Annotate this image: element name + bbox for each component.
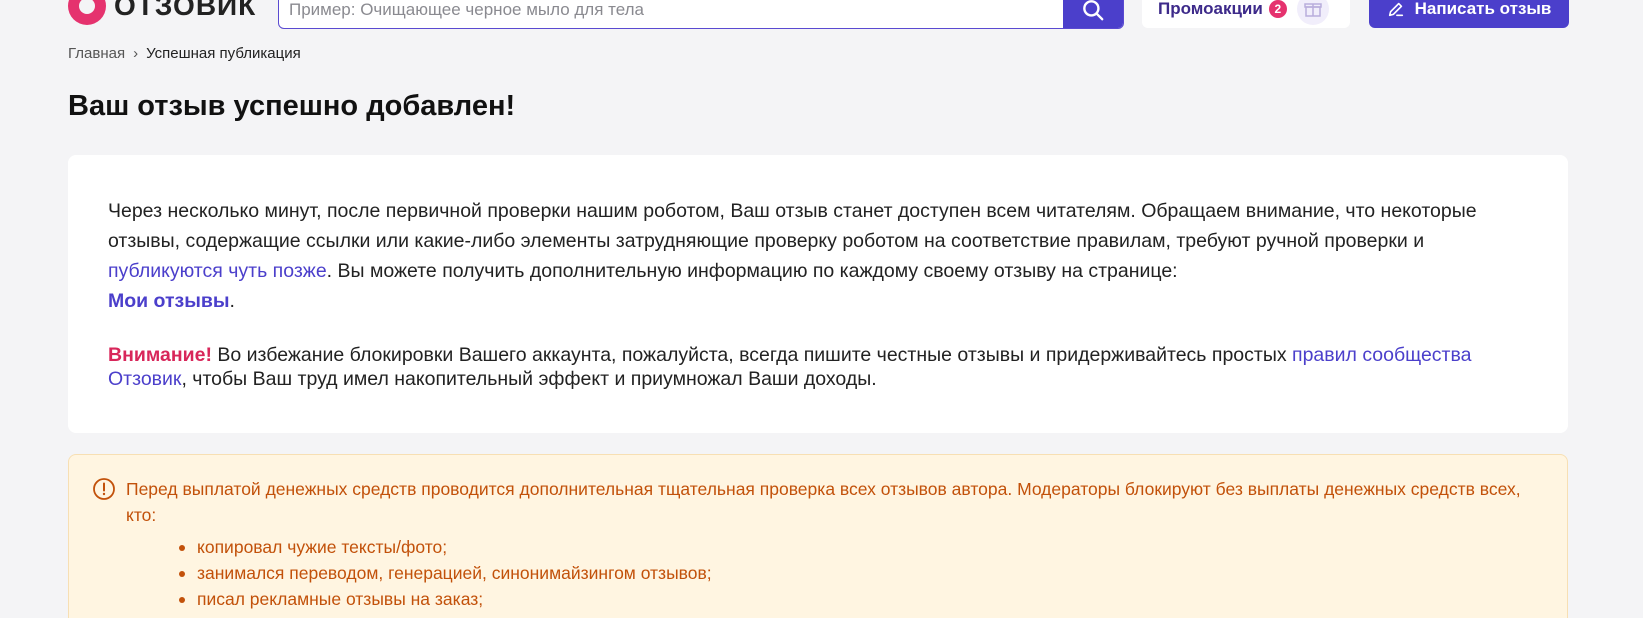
warning-paragraph: Внимание! Во избежание блокировки Вашего…: [108, 343, 1528, 391]
search-bar: [278, 0, 1124, 29]
pencil-icon: [1388, 2, 1403, 17]
info-text-2: . Вы можете получить дополнительную инфо…: [326, 260, 1178, 282]
info-paragraph: Через несколько минут, после первичной п…: [108, 196, 1528, 316]
notice-text: Перед выплатой денежных средств проводит…: [126, 479, 1521, 525]
promo-count-badge: 2: [1268, 0, 1287, 18]
breadcrumb-separator-icon: ›: [133, 45, 139, 62]
exclamation-circle-icon: [93, 478, 115, 500]
success-message-card: Через несколько минут, после первичной п…: [68, 155, 1568, 433]
warning-text-2: , чтобы Ваш труд имел накопительный эффе…: [181, 368, 877, 390]
breadcrumb-home-link[interactable]: Главная: [68, 45, 125, 62]
gift-icon: [1296, 0, 1329, 25]
list-item: занимался переводом, генерацией, синоним…: [179, 560, 1543, 586]
warning-text-1: Во избежание блокировки Вашего аккаунта,…: [211, 344, 1293, 366]
search-button[interactable]: [1063, 0, 1123, 28]
search-icon: [1083, 0, 1104, 20]
my-reviews-link[interactable]: Мои отзывы: [108, 290, 230, 312]
logo-text: ОТЗОВИК: [114, 0, 257, 21]
breadcrumb-current: Успешная публикация: [146, 45, 301, 62]
list-item: писал рекламные отзывы на заказ;: [179, 586, 1543, 612]
write-review-button[interactable]: Написать отзыв: [1369, 0, 1569, 28]
list-item: копировал чужие тексты/фото;: [179, 534, 1543, 560]
info-text-3: .: [229, 290, 235, 312]
site-logo[interactable]: ОТЗОВИК: [68, 0, 256, 26]
promo-button[interactable]: Промоакции 2: [1142, 0, 1350, 28]
site-header: ОТЗОВИК Промоакции 2 Написать отзыв: [0, 0, 1643, 36]
breadcrumb: Главная › Успешная публикация: [68, 45, 301, 62]
notice-list: копировал чужие тексты/фото; занимался п…: [92, 534, 1543, 612]
promo-label: Промоакции: [1158, 0, 1263, 18]
info-text-1: Через несколько минут, после первичной п…: [108, 200, 1477, 252]
search-input[interactable]: [279, 0, 1063, 28]
payout-notice: Перед выплатой денежных средств проводит…: [68, 454, 1568, 618]
published-later-link[interactable]: публикуются чуть позже: [108, 260, 327, 282]
warning-label: Внимание!: [108, 344, 212, 366]
logo-icon: [68, 0, 106, 25]
page-title: Ваш отзыв успешно добавлен!: [68, 90, 516, 122]
notice-header: Перед выплатой денежных средств проводит…: [92, 476, 1543, 528]
write-review-label: Написать отзыв: [1414, 0, 1552, 18]
